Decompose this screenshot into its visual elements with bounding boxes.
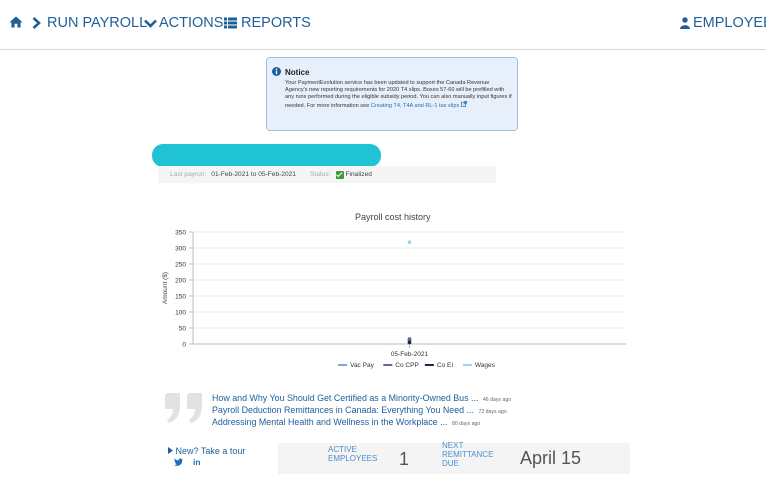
data-point-co-ei — [407, 340, 412, 345]
notice-box: Notice Your PaymentEvolution service has… — [266, 57, 518, 131]
top-navigation-bar: RUN PAYROLL ACTIONS REPORTS EMPLOYE — [0, 0, 766, 50]
next-remittance-label-line2: REMITTANCE — [442, 450, 494, 459]
y-axis-label: Amount ($) — [162, 272, 169, 304]
data-point-wages — [407, 240, 412, 245]
active-employees-label-line2: EMPLOYEES — [328, 454, 378, 463]
status-value: Finalized — [345, 171, 372, 178]
next-remittance-label: NEXT REMITTANCE DUE — [442, 441, 493, 468]
user-icon — [680, 17, 690, 29]
legend-label: Co EI — [437, 362, 453, 369]
actions-label: ACTIONS — [159, 15, 224, 31]
legend-label: Co CPP — [395, 362, 418, 369]
run-payroll-label: RUN PAYROLL — [47, 15, 148, 31]
y-tick-label: 150 — [175, 294, 186, 301]
chevron-down-icon — [144, 19, 157, 28]
take-a-tour-link[interactable]: New? Take a tour — [168, 446, 245, 456]
tax-slips-link[interactable]: Creating T4, T4A and RL-1 tax slips — [370, 100, 467, 109]
reports-label: REPORTS — [241, 15, 311, 31]
chevron-right-icon — [32, 17, 41, 29]
employees-link[interactable]: EMPLOYEES — [680, 15, 766, 31]
article-item[interactable]: Payroll Deduction Remittances in Canada:… — [212, 405, 552, 417]
article-title[interactable]: Addressing Mental Health and Wellness in… — [212, 417, 447, 427]
y-tick-label: 0 — [182, 342, 186, 349]
status-label: Status: — [309, 171, 331, 178]
notice-body: Your PaymentEvolution service has been u… — [285, 80, 513, 110]
active-employees-label-line1: ACTIVE — [328, 445, 357, 454]
chart-canvas: 0 50 100 150 200 250 300 350 Amount ($) 05-Feb-20… — [162, 230, 626, 369]
next-remittance-label-line3: DUE — [442, 459, 459, 468]
active-employees-label: ACTIVE EMPLOYEES — [328, 445, 377, 463]
home-icon — [9, 16, 23, 28]
legend-label: Wages — [475, 362, 496, 369]
reports-menu[interactable]: REPORTS — [224, 15, 311, 31]
info-icon — [272, 67, 281, 76]
articles-list: How and Why You Should Get Certified as … — [212, 393, 552, 429]
twitter-icon[interactable] — [174, 458, 183, 466]
external-link-icon — [460, 100, 467, 107]
article-age: 72 days ago — [478, 409, 507, 415]
actions-menu[interactable]: ACTIONS — [144, 15, 223, 31]
list-icon — [224, 17, 237, 29]
employees-label: EMPLOYEES — [693, 15, 766, 31]
article-title[interactable]: Payroll Deduction Remittances in Canada:… — [212, 405, 474, 415]
y-tick-label: 100 — [175, 310, 186, 317]
x-tick-label: 05-Feb-2021 — [391, 351, 429, 358]
linkedin-icon[interactable]: in — [193, 457, 201, 467]
last-payrun-value[interactable]: 01-Feb-2021 to 05-Feb-2021 — [211, 171, 296, 178]
y-tick-label: 200 — [175, 278, 186, 285]
y-tick-label: 300 — [175, 246, 186, 253]
run-payroll-link[interactable]: RUN PAYROLL — [32, 15, 147, 31]
last-payrun-label: Last payrun: — [170, 171, 207, 178]
payroll-cost-chart: Payroll cost history 0 50 100 150 200 250 300 3… — [158, 206, 638, 376]
y-tick-label: 350 — [175, 230, 186, 237]
article-item[interactable]: How and Why You Should Get Certified as … — [212, 393, 552, 405]
check-icon — [335, 170, 344, 179]
next-remittance-date: April 15 — [520, 448, 582, 468]
social-links: in — [174, 457, 201, 467]
article-age: 80 days ago — [451, 421, 481, 427]
y-tick-label: 250 — [175, 262, 186, 269]
home-link[interactable] — [9, 16, 23, 28]
active-employees-count: 1 — [399, 449, 410, 469]
tour-label: New? Take a tour — [175, 446, 246, 456]
notice-title: Notice — [285, 68, 310, 77]
last-payrun-row: Last payrun: 01-Feb-2021 to 05-Feb-2021 … — [158, 166, 496, 183]
article-title[interactable]: How and Why You Should Get Certified as … — [212, 393, 478, 403]
stats-panel: ACTIVE EMPLOYEES 1 NEXT REMITTANCE DUE A… — [278, 441, 630, 474]
y-tick-label: 50 — [179, 326, 187, 333]
legend-label: Vac Pay — [350, 362, 374, 369]
quote-icon — [165, 393, 202, 423]
tax-slips-link-label: Creating T4, T4A and RL-1 tax slips — [370, 102, 460, 109]
company-name-redacted — [152, 144, 381, 167]
dashboard-page: RUN PAYROLL ACTIONS REPORTS EMPLOYE Noti… — [0, 0, 766, 478]
article-item[interactable]: Addressing Mental Health and Wellness in… — [212, 417, 552, 429]
caret-right-icon — [168, 447, 173, 454]
article-age: 46 days ago — [482, 397, 512, 403]
chart-title: Payroll cost history — [355, 212, 431, 222]
next-remittance-label-line1: NEXT — [442, 441, 464, 450]
